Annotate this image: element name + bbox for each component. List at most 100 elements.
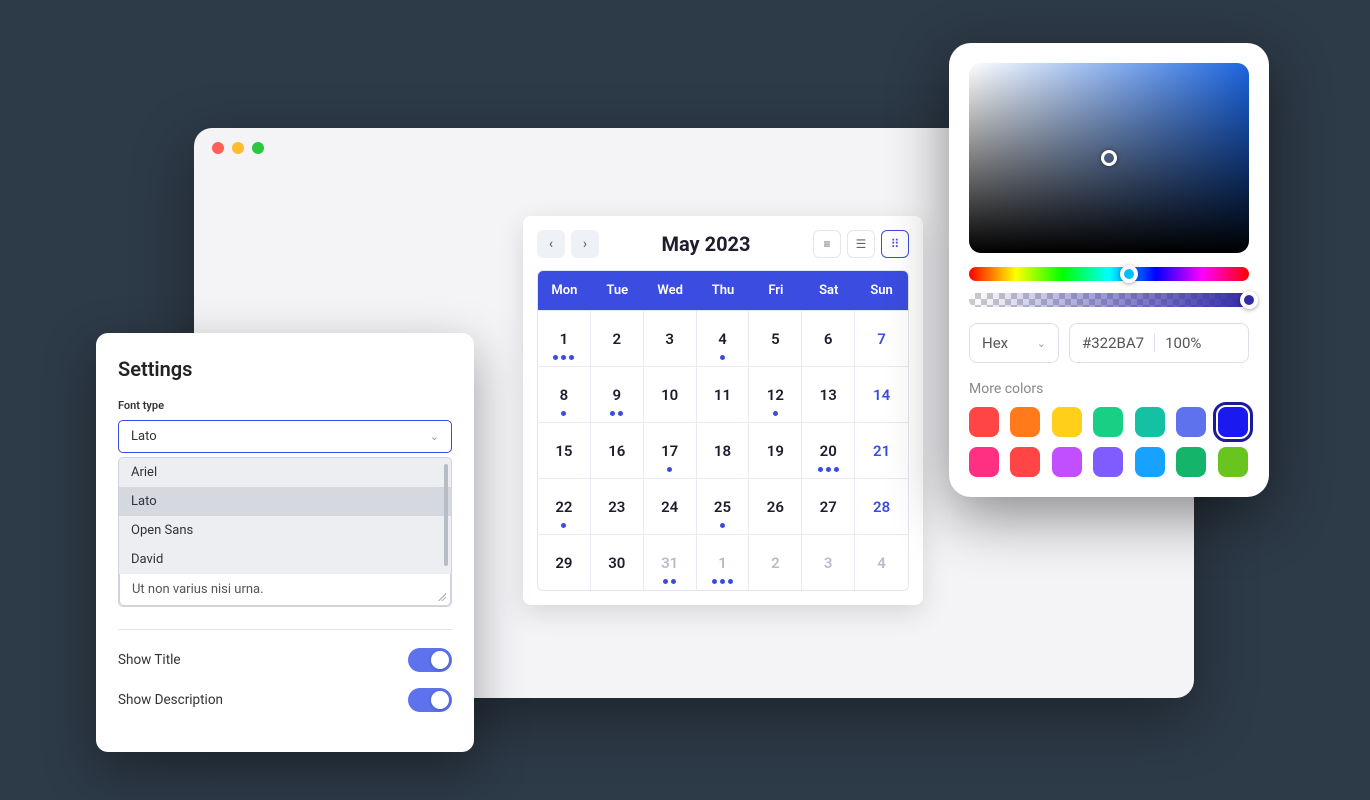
color-swatch[interactable] bbox=[969, 407, 999, 437]
color-format-value: Hex bbox=[982, 334, 1008, 352]
color-swatch[interactable] bbox=[1176, 447, 1206, 477]
color-swatch[interactable] bbox=[1052, 447, 1082, 477]
calendar-cell[interactable]: 28 bbox=[855, 478, 908, 534]
calendar-cell[interactable]: 18 bbox=[697, 422, 750, 478]
calendar-title: May 2023 bbox=[661, 232, 750, 256]
color-swatch[interactable] bbox=[1093, 447, 1123, 477]
hex-input[interactable]: #322BA7 100% bbox=[1069, 323, 1249, 363]
window-minimize-button[interactable] bbox=[232, 142, 244, 154]
calendar-day-header: Wed bbox=[644, 271, 697, 310]
show-description-label: Show Description bbox=[118, 692, 223, 708]
calendar-cell[interactable]: 9 bbox=[591, 366, 644, 422]
font-option[interactable]: Ariel bbox=[119, 458, 451, 487]
chevron-down-icon: ⌄ bbox=[430, 430, 439, 443]
calendar-cell[interactable]: 3 bbox=[802, 534, 855, 590]
description-textarea[interactable]: Ut non varius nisi urna. bbox=[119, 574, 451, 606]
color-swatch[interactable] bbox=[1010, 447, 1040, 477]
calendar-cell[interactable]: 10 bbox=[644, 366, 697, 422]
calendar-cell[interactable]: 17 bbox=[644, 422, 697, 478]
calendar-cell-number: 7 bbox=[877, 330, 886, 348]
alpha-slider-thumb[interactable] bbox=[1240, 291, 1258, 309]
color-swatch[interactable] bbox=[1135, 407, 1165, 437]
divider bbox=[118, 629, 452, 630]
color-swatch[interactable] bbox=[969, 447, 999, 477]
dropdown-scrollbar[interactable] bbox=[444, 464, 448, 566]
calendar-cell[interactable]: 26 bbox=[749, 478, 802, 534]
calendar-cell[interactable]: 25 bbox=[697, 478, 750, 534]
calendar-cell-number: 27 bbox=[820, 498, 837, 516]
font-option[interactable]: David bbox=[119, 545, 451, 574]
hue-slider-thumb[interactable] bbox=[1120, 265, 1138, 283]
calendar-cell[interactable]: 12 bbox=[749, 366, 802, 422]
calendar-cell[interactable]: 29 bbox=[538, 534, 591, 590]
calendar-cell[interactable]: 1 bbox=[697, 534, 750, 590]
color-swatch[interactable] bbox=[1010, 407, 1040, 437]
calendar-cell[interactable]: 5 bbox=[749, 310, 802, 366]
calendar-day-header: Fri bbox=[749, 271, 802, 310]
calendar-cell[interactable]: 2 bbox=[591, 310, 644, 366]
calendar-cell-number: 14 bbox=[873, 386, 890, 404]
calendar-cell[interactable]: 24 bbox=[644, 478, 697, 534]
font-type-select[interactable]: Lato ⌄ bbox=[118, 420, 452, 453]
show-title-toggle[interactable] bbox=[408, 648, 452, 672]
color-swatch[interactable] bbox=[1135, 447, 1165, 477]
calendar-cell[interactable]: 3 bbox=[644, 310, 697, 366]
calendar-cell[interactable]: 6 bbox=[802, 310, 855, 366]
color-swatch[interactable] bbox=[1176, 407, 1206, 437]
calendar-cell-number: 3 bbox=[665, 330, 674, 348]
event-dots bbox=[663, 579, 676, 584]
font-option[interactable]: Lato bbox=[119, 487, 451, 516]
calendar-cell-number: 2 bbox=[612, 330, 621, 348]
calendar-cell[interactable]: 30 bbox=[591, 534, 644, 590]
calendar-cell-number: 9 bbox=[612, 386, 621, 404]
calendar-cell[interactable]: 21 bbox=[855, 422, 908, 478]
calendar-cell[interactable]: 22 bbox=[538, 478, 591, 534]
chevron-left-icon: ‹ bbox=[549, 236, 553, 252]
calendar-cell[interactable]: 11 bbox=[697, 366, 750, 422]
calendar-cell[interactable]: 16 bbox=[591, 422, 644, 478]
calendar-cell[interactable]: 14 bbox=[855, 366, 908, 422]
font-type-label: Font type bbox=[118, 399, 452, 412]
calendar-view-list-button[interactable]: ≡ bbox=[813, 230, 841, 258]
calendar-prev-button[interactable]: ‹ bbox=[537, 230, 565, 258]
color-format-select[interactable]: Hex ⌄ bbox=[969, 323, 1059, 363]
calendar-cell[interactable]: 20 bbox=[802, 422, 855, 478]
calendar-cell[interactable]: 27 bbox=[802, 478, 855, 534]
calendar-cell[interactable]: 15 bbox=[538, 422, 591, 478]
calendar-cell-number: 18 bbox=[714, 442, 731, 460]
hue-slider[interactable] bbox=[969, 267, 1249, 281]
calendar-view-agenda-button[interactable]: ☰ bbox=[847, 230, 875, 258]
calendar-cell[interactable]: 13 bbox=[802, 366, 855, 422]
calendar-cell-number: 12 bbox=[767, 386, 784, 404]
calendar-cell[interactable]: 2 bbox=[749, 534, 802, 590]
calendar-cell[interactable]: 31 bbox=[644, 534, 697, 590]
calendar-cell-number: 30 bbox=[608, 554, 625, 572]
calendar-view-grid-button[interactable]: ⠿ bbox=[881, 230, 909, 258]
calendar-cell[interactable]: 4 bbox=[697, 310, 750, 366]
calendar-cell[interactable]: 19 bbox=[749, 422, 802, 478]
event-dots bbox=[561, 523, 566, 528]
calendar-cell[interactable]: 23 bbox=[591, 478, 644, 534]
window-close-button[interactable] bbox=[212, 142, 224, 154]
alpha-slider[interactable] bbox=[969, 293, 1249, 307]
calendar-next-button[interactable]: › bbox=[571, 230, 599, 258]
calendar-cell[interactable]: 8 bbox=[538, 366, 591, 422]
color-swatch[interactable] bbox=[1218, 407, 1248, 437]
bullet-list-icon: ☰ bbox=[856, 237, 867, 251]
calendar-cell[interactable]: 7 bbox=[855, 310, 908, 366]
calendar-cell-number: 16 bbox=[608, 442, 625, 460]
font-option[interactable]: Open Sans bbox=[119, 516, 451, 545]
calendar-day-header: Sun bbox=[855, 271, 908, 310]
color-picker-handle[interactable] bbox=[1101, 150, 1117, 166]
show-description-toggle[interactable] bbox=[408, 688, 452, 712]
calendar-day-header: Sat bbox=[802, 271, 855, 310]
color-picker-canvas[interactable] bbox=[969, 63, 1249, 253]
color-swatch[interactable] bbox=[1052, 407, 1082, 437]
grid-icon: ⠿ bbox=[891, 237, 900, 251]
calendar-cell-number: 5 bbox=[771, 330, 780, 348]
window-maximize-button[interactable] bbox=[252, 142, 264, 154]
calendar-cell[interactable]: 1 bbox=[538, 310, 591, 366]
color-swatch[interactable] bbox=[1093, 407, 1123, 437]
calendar-cell[interactable]: 4 bbox=[855, 534, 908, 590]
color-swatch[interactable] bbox=[1218, 447, 1248, 477]
